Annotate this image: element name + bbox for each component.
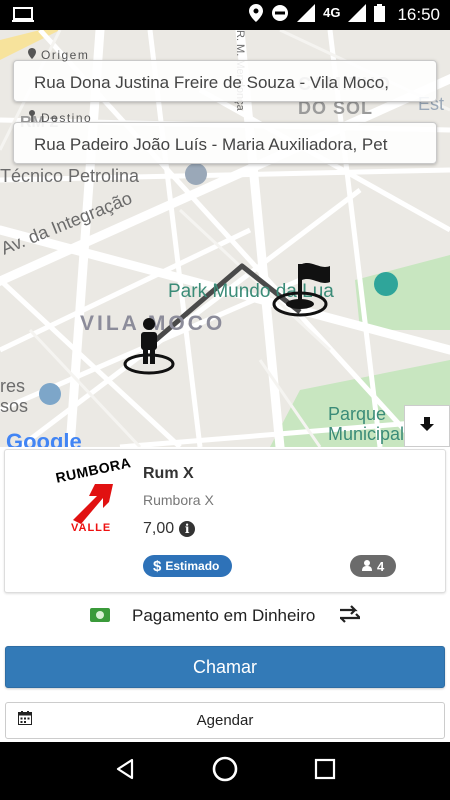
map-marker-icon [28, 48, 36, 62]
user-icon [362, 559, 372, 574]
do-not-disturb-icon [271, 4, 289, 27]
map-view[interactable]: Técnico Petrolina Av. da Integração Park… [0, 30, 450, 447]
network-type: 4G [323, 4, 341, 20]
clock: 16:50 [397, 5, 440, 24]
destination-value: Rua Padeiro João Luís - Maria Auxiliador… [34, 135, 388, 154]
ride-price-row: 7,00 i [143, 520, 196, 538]
flag-pin-icon[interactable] [272, 260, 332, 325]
back-triangle-icon [114, 758, 136, 785]
seats-count: 4 [377, 558, 385, 574]
payment-method-row[interactable]: Pagamento em Dinheiro [0, 596, 450, 636]
call-button[interactable]: Chamar [5, 646, 445, 688]
home-circle-icon [211, 755, 239, 788]
location-icon [249, 3, 264, 27]
battery-icon [374, 3, 386, 27]
payment-method-label: Pagamento em Dinheiro [132, 606, 316, 625]
google-logo: Google [6, 429, 82, 447]
home-button[interactable] [205, 751, 245, 791]
calendar-icon [18, 711, 32, 729]
destination-label-group: Destino [28, 110, 92, 125]
schedule-label: Agendar [196, 712, 254, 729]
ride-title: Rum X [143, 465, 194, 482]
arrow-down-icon [420, 416, 434, 436]
status-bar: 4G 16:50 [0, 0, 450, 30]
ride-option-card[interactable]: RUMBORA VALLE Rum X Rumbora X 7,00 i $ E… [4, 449, 446, 593]
back-button[interactable] [105, 751, 145, 791]
dollar-icon: $ [153, 557, 162, 575]
seats-badge: 4 [350, 555, 397, 577]
origin-label-group: Origem [28, 48, 89, 62]
person-pin-icon[interactable] [122, 316, 176, 381]
screen-cast-icon [12, 6, 34, 29]
estimate-label: Estimado [165, 559, 220, 573]
system-nav-bar [0, 742, 450, 800]
rumbora-logo: RUMBORA VALLE [53, 454, 133, 536]
ride-subtitle: Rumbora X [143, 492, 214, 508]
destination-field[interactable]: Destino Rua Padeiro João Luís - Maria Au… [13, 110, 437, 164]
money-icon [90, 608, 110, 622]
swap-icon[interactable] [340, 605, 361, 628]
info-icon[interactable]: i [179, 521, 196, 537]
signal-icon-2 [348, 3, 367, 27]
map-label-tecnico: Técnico Petrolina [0, 166, 140, 186]
estimate-badge: $ Estimado [143, 555, 233, 577]
pin-icon [28, 110, 36, 125]
origin-label: Origem [41, 48, 90, 62]
recents-square-icon [314, 758, 336, 785]
ride-price: 7,00 [143, 520, 175, 537]
origin-value: Rua Dona Justina Freire de Souza - Vila … [34, 73, 389, 92]
logo-arrow-icon [73, 484, 113, 524]
logo-text-bottom: VALLE [71, 522, 112, 534]
signal-icon [297, 3, 316, 27]
origin-field[interactable]: Origem Rua Dona Justina Freire de Souza … [13, 48, 437, 102]
collapse-map-button[interactable] [404, 405, 450, 447]
map-label-res: res sos [0, 376, 29, 416]
schedule-button[interactable]: Agendar [5, 702, 445, 739]
recents-button[interactable] [305, 751, 345, 791]
destination-label: Destino [41, 110, 93, 125]
